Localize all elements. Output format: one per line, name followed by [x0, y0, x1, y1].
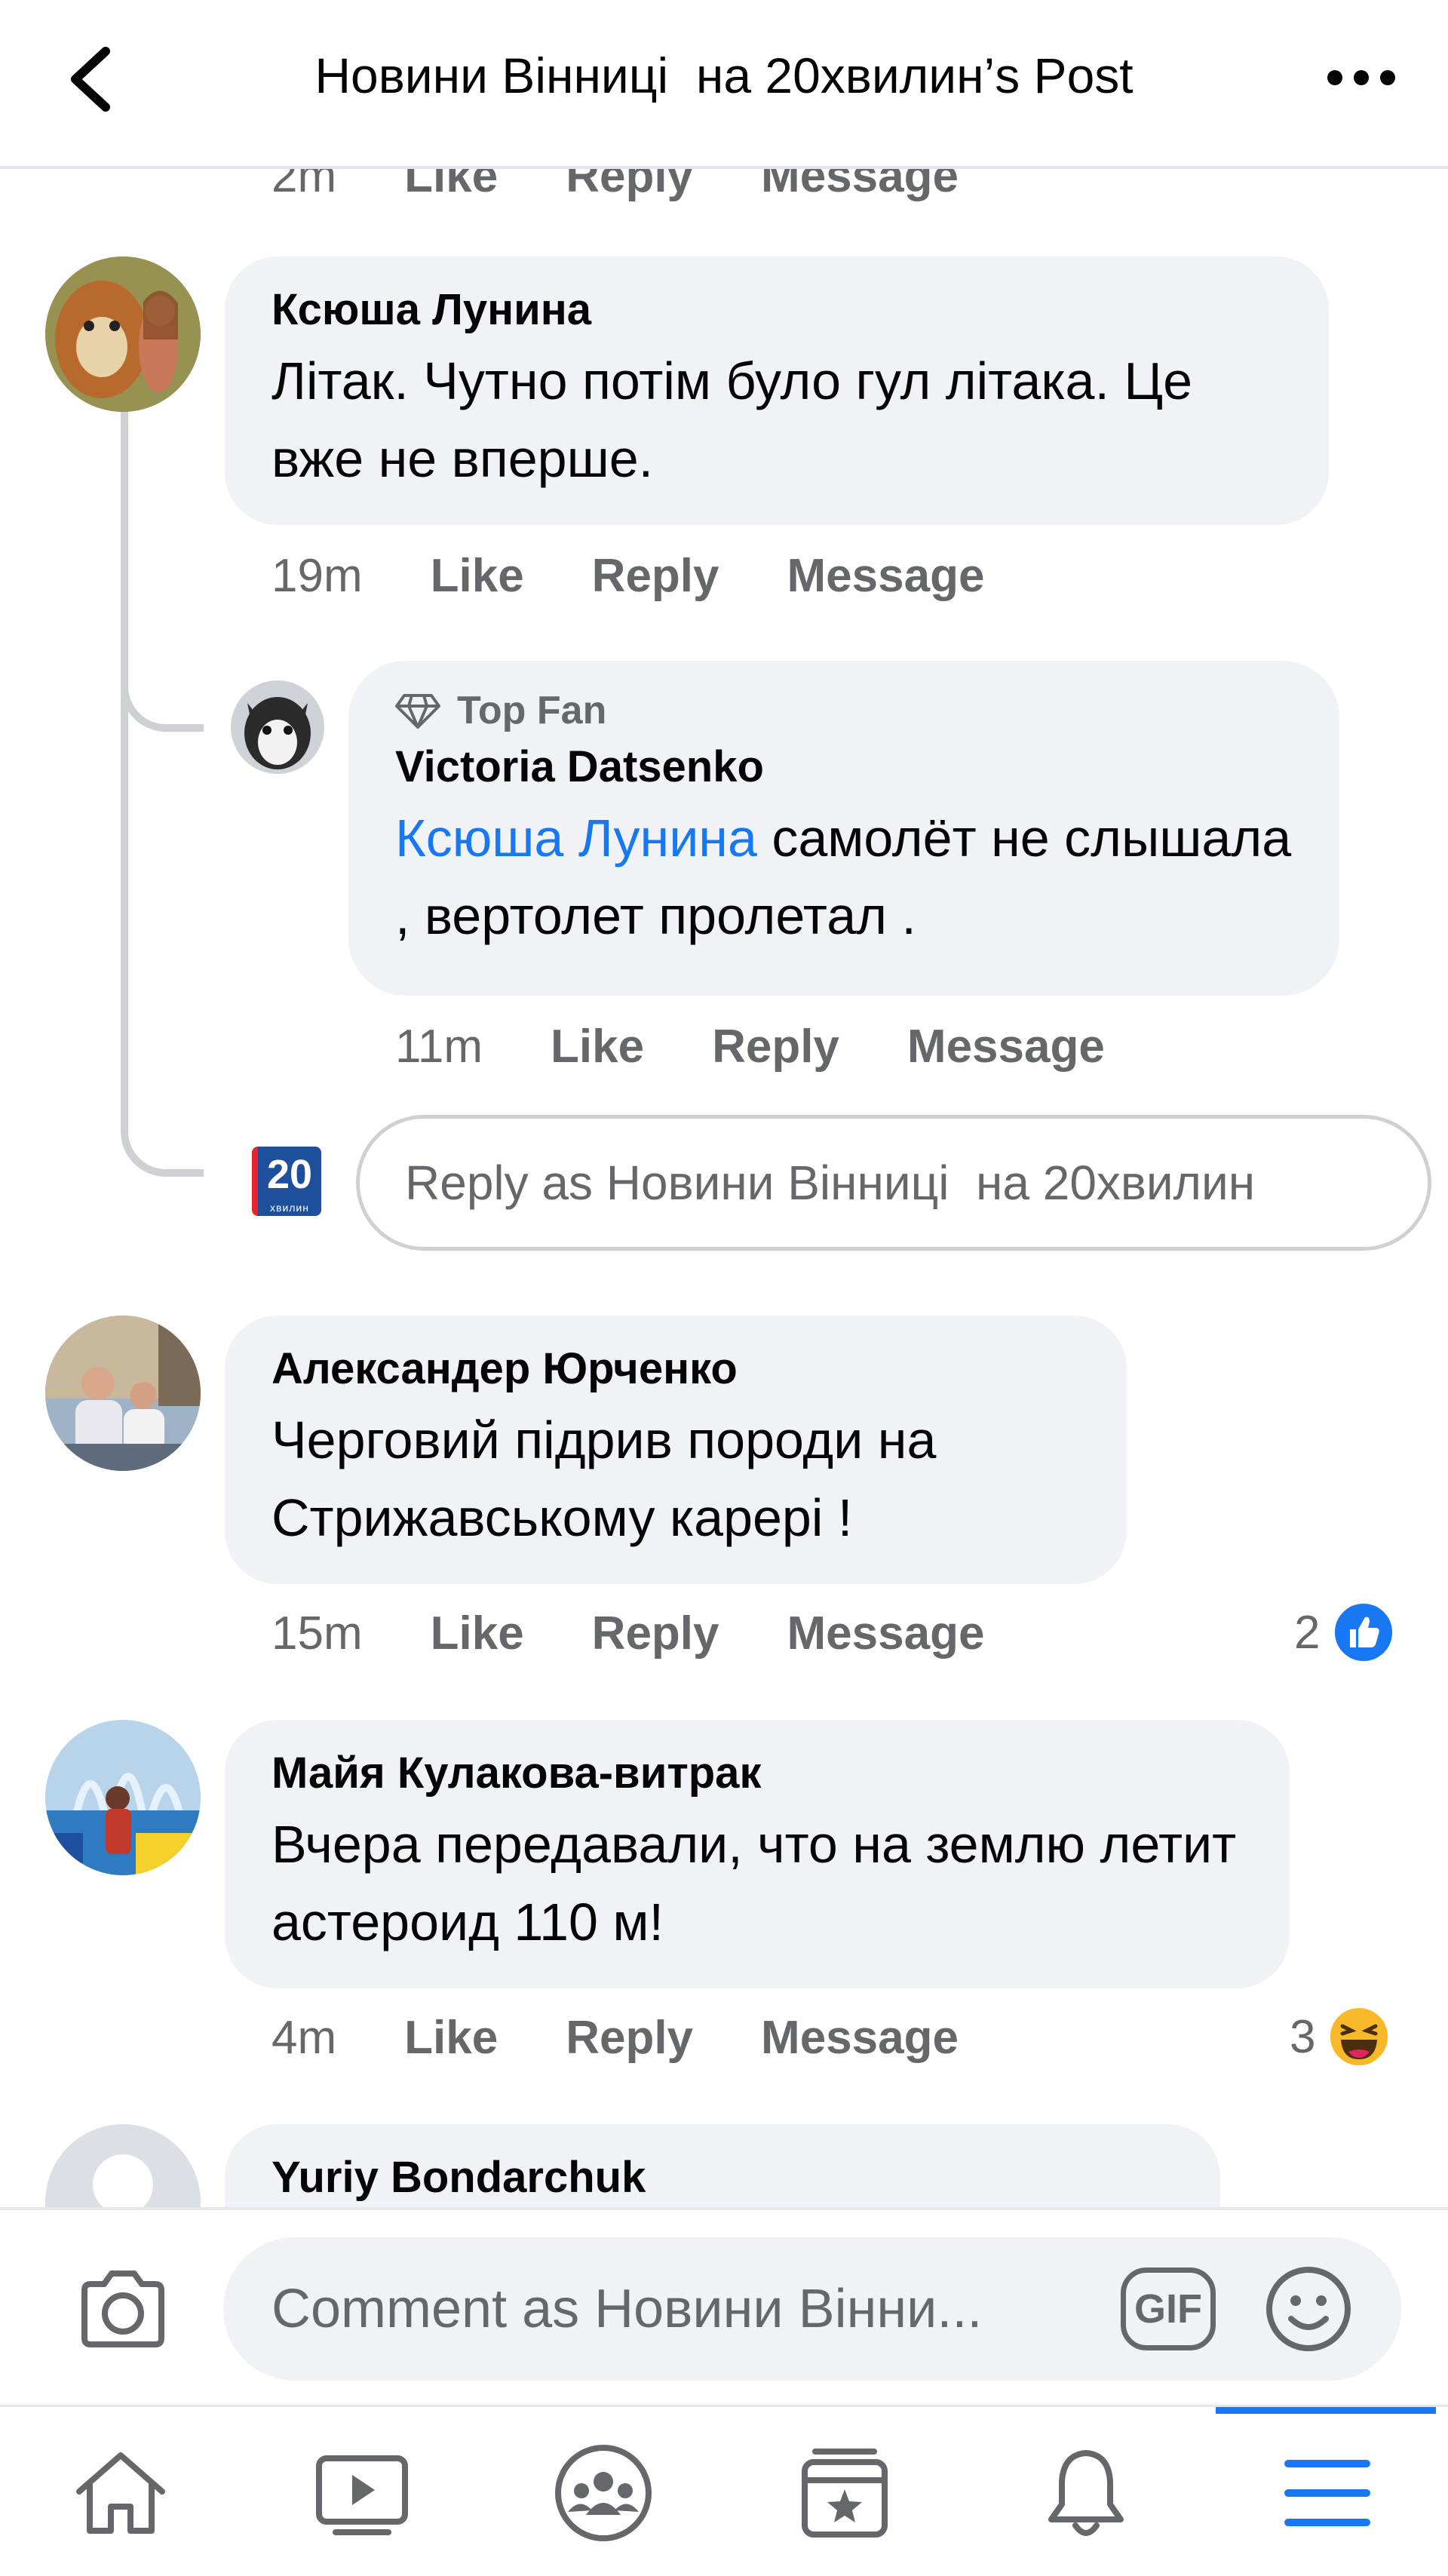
- comment-input[interactable]: Comment as Новини Вінни... GIF: [223, 2237, 1401, 2381]
- diamond-icon: [395, 694, 440, 729]
- avatar[interactable]: [45, 1720, 201, 1875]
- top-fan-badge: Top Fan: [395, 688, 1293, 733]
- comment-time: 15m: [272, 1607, 363, 1660]
- comment-meta-row: 19m Like Reply Message: [272, 549, 1052, 603]
- camera-button[interactable]: [74, 2263, 172, 2353]
- reaction-summary[interactable]: 2: [1294, 1601, 1396, 1664]
- comments-feed[interactable]: 2m Like Reply Message Ксюша Лунина Літак…: [0, 0, 1448, 2207]
- smiley-icon: [1266, 2267, 1351, 2351]
- message-button[interactable]: Message: [761, 2011, 959, 2065]
- comment-bubble[interactable]: Майя Кулакова-витрак Вчера передавали, ч…: [225, 1720, 1290, 1988]
- reaction-count: 3: [1290, 2010, 1316, 2063]
- like-button[interactable]: Like: [431, 1607, 524, 1660]
- reply-button[interactable]: Reply: [712, 1020, 839, 1073]
- avatar[interactable]: [45, 2124, 201, 2207]
- like-button[interactable]: Like: [431, 549, 524, 603]
- comment-text: Черговий підрив породи на Стрижавському …: [272, 1410, 937, 1548]
- comment-meta-row: 15m Like Reply Message: [272, 1607, 1052, 1660]
- pages-icon: [802, 2448, 888, 2538]
- comment-text: Літак. Чутно потім було гул літака. Це в…: [272, 351, 1193, 489]
- reply-meta-row: 11m Like Reply Message: [395, 1020, 1173, 1073]
- avatar[interactable]: [45, 1316, 201, 1471]
- more-horizontal-icon: [1327, 70, 1395, 85]
- bell-icon: [1048, 2449, 1124, 2536]
- tab-home[interactable]: [0, 2407, 241, 2576]
- video-icon: [316, 2455, 408, 2535]
- menu-icon: [1284, 2459, 1370, 2526]
- comment-author[interactable]: Yuriy Bondarchuk: [272, 2151, 1173, 2204]
- comment-time: 4m: [272, 2012, 337, 2064]
- reply-author[interactable]: Victoria Datsenko: [395, 741, 1293, 794]
- avatar[interactable]: [231, 680, 324, 774]
- message-button[interactable]: Message: [787, 1607, 985, 1660]
- page-title: Новини Вінниці на 20хвилин’s Post: [314, 48, 1134, 103]
- comment-placeholder: Comment as Новини Вінни...: [272, 2279, 983, 2339]
- tab-watch[interactable]: [241, 2407, 483, 2576]
- reaction-count: 2: [1294, 1606, 1321, 1659]
- message-button[interactable]: Message: [787, 549, 985, 603]
- groups-icon: [555, 2444, 652, 2541]
- comment-composer: Comment as Новини Вінни... GIF: [0, 2207, 1448, 2405]
- reply-button[interactable]: Reply: [566, 2011, 693, 2065]
- comment-bubble[interactable]: Александер Юрченко Черговий підрив пород…: [225, 1316, 1127, 1584]
- comment-meta-row: 4m Like Reply Message: [272, 2011, 1026, 2065]
- comment-author[interactable]: Ксюша Лунина: [272, 284, 1282, 336]
- comment-author[interactable]: Майя Кулакова-витрак: [272, 1747, 1243, 1800]
- reply-time: 11m: [395, 1021, 483, 1073]
- emoji-button[interactable]: [1264, 2264, 1353, 2353]
- tab-pages[interactable]: [724, 2407, 965, 2576]
- post-header: Новини Вінниці на 20хвилин’s Post: [0, 0, 1448, 169]
- tab-groups[interactable]: [483, 2407, 724, 2576]
- thread-connector-long: [121, 392, 204, 1177]
- like-reaction-icon: [1332, 1601, 1396, 1664]
- tab-notifications[interactable]: [965, 2407, 1207, 2576]
- bottom-tab-bar: [0, 2405, 1448, 2576]
- reply-text: Ксюша Лунина самолёт не слышала , вертол…: [395, 808, 1292, 946]
- home-icon: [76, 2452, 165, 2534]
- reply-button[interactable]: Reply: [592, 549, 719, 603]
- avatar[interactable]: [45, 256, 201, 412]
- like-button[interactable]: Like: [404, 2011, 498, 2065]
- chevron-left-icon: [71, 47, 110, 112]
- comment-time: 19m: [272, 550, 363, 602]
- mention-link[interactable]: Ксюша Лунина: [395, 809, 757, 867]
- comment-author[interactable]: Александер Юрченко: [272, 1343, 1080, 1395]
- message-button[interactable]: Message: [907, 1020, 1105, 1073]
- reply-bubble[interactable]: Top Fan Victoria Datsenko Ксюша Лунина с…: [348, 661, 1339, 996]
- back-button[interactable]: [63, 45, 116, 113]
- comment-bubble[interactable]: Yuriy Bondarchuk: [225, 2124, 1220, 2207]
- page-avatar: 20 хвилин: [252, 1147, 321, 1216]
- comment-bubble[interactable]: Ксюша Лунина Літак. Чутно потім було гул…: [225, 256, 1329, 525]
- reply-input[interactable]: Reply as Новини Вінниці на 20хвилин: [356, 1115, 1431, 1251]
- camera-icon: [81, 2271, 164, 2347]
- haha-reaction-icon: [1327, 2005, 1391, 2068]
- reply-button[interactable]: Reply: [592, 1607, 719, 1660]
- comment-text: Вчера передавали, что на землю летит аст…: [272, 1814, 1237, 1952]
- tab-menu[interactable]: [1207, 2407, 1448, 2576]
- more-button[interactable]: [1320, 59, 1403, 97]
- reaction-summary[interactable]: 3: [1290, 2005, 1391, 2068]
- gif-button[interactable]: GIF: [1121, 2267, 1216, 2350]
- like-button[interactable]: Like: [551, 1020, 644, 1073]
